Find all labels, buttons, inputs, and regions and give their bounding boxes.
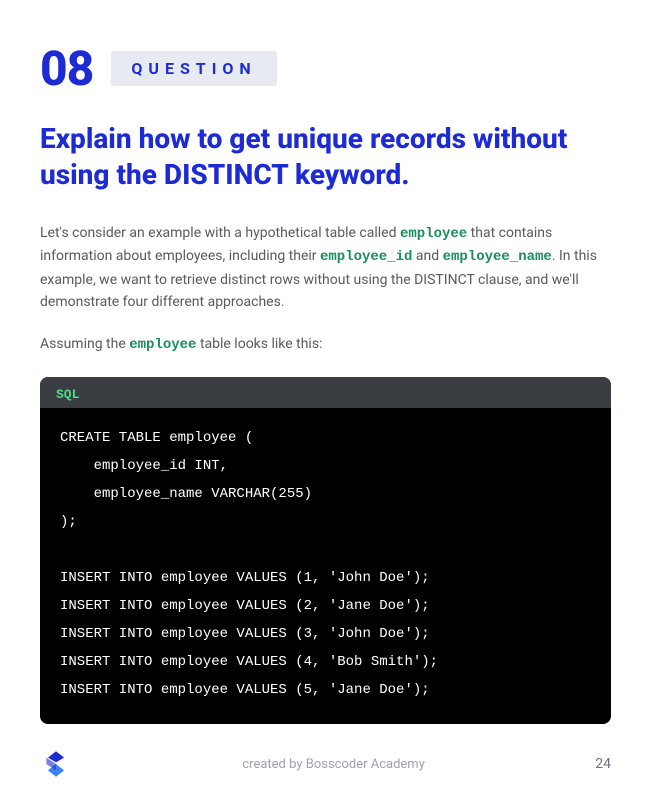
question-header: 08 QUESTION	[40, 40, 611, 97]
question-title: Explain how to get unique records withou…	[40, 121, 611, 194]
question-label-box: QUESTION	[111, 51, 276, 86]
question-number: 08	[40, 40, 93, 97]
inline-code-employee: employee	[400, 226, 467, 242]
footer-credit: created by Bosscoder Academy	[242, 757, 425, 772]
inline-code-employee: employee	[129, 337, 196, 353]
code-block: SQL CREATE TABLE employee ( employee_id …	[40, 377, 611, 724]
page-number: 24	[595, 756, 611, 772]
code-header: SQL	[40, 377, 611, 408]
text-segment: table looks like this:	[196, 336, 322, 352]
code-body: CREATE TABLE employee ( employee_id INT,…	[40, 408, 611, 724]
text-segment: Assuming the	[40, 336, 129, 352]
page-footer: created by Bosscoder Academy 24	[0, 748, 651, 780]
text-segment: and	[412, 248, 442, 264]
code-language-label: SQL	[56, 387, 79, 402]
intro-paragraph: Let's consider an example with a hypothe…	[40, 222, 611, 314]
bosscoder-logo-icon	[40, 748, 72, 780]
inline-code-employee-id: employee_id	[320, 249, 412, 265]
question-label: QUESTION	[131, 59, 256, 78]
assumption-paragraph: Assuming the employee table looks like t…	[40, 333, 611, 356]
inline-code-employee-name: employee_name	[443, 249, 552, 265]
text-segment: Let's consider an example with a hypothe…	[40, 225, 400, 241]
